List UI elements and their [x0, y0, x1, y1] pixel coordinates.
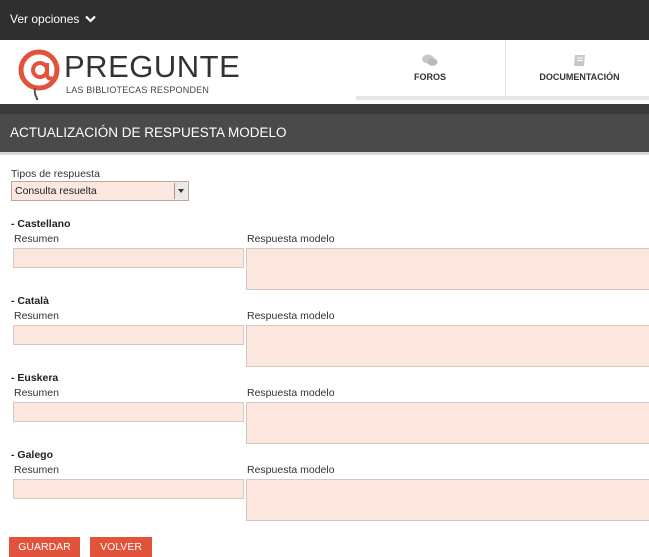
speech-bubbles-icon — [422, 54, 438, 66]
resumen-input-castellano[interactable] — [13, 248, 244, 268]
chevron-down-icon — [85, 15, 97, 23]
nav-foros[interactable]: FOROS — [370, 40, 490, 96]
respuesta-modelo-label: Respuesta modelo — [247, 464, 335, 476]
respuesta-modelo-label: Respuesta modelo — [247, 310, 335, 322]
tipos-respuesta-select[interactable]: Consulta resuelta — [11, 181, 189, 201]
site-header: PREGUNTE LAS BIBLIOTECAS RESPONDEN FOROS… — [0, 40, 649, 104]
nav-underline — [356, 96, 649, 100]
lang-heading-castellano: - Castellano — [11, 218, 71, 230]
resumen-label: Resumen — [14, 464, 59, 476]
respuesta-modelo-label: Respuesta modelo — [247, 387, 335, 399]
top-bar: Ver opciones — [0, 0, 649, 40]
tipos-respuesta-value: Consulta resuelta — [15, 185, 97, 197]
lang-heading-galego: - Galego — [11, 449, 54, 461]
lang-heading-euskera: - Euskera — [11, 372, 59, 384]
resumen-input-euskera[interactable] — [13, 402, 244, 422]
resumen-label: Resumen — [14, 310, 59, 322]
respuesta-modelo-textarea-euskera[interactable] — [246, 402, 649, 444]
site-logo[interactable]: PREGUNTE LAS BIBLIOTECAS RESPONDEN — [17, 48, 257, 104]
nav-documentacion-label: DOCUMENTACIÓN — [539, 72, 620, 82]
respuesta-modelo-textarea-catala[interactable] — [246, 325, 649, 367]
resumen-label: Resumen — [14, 387, 59, 399]
ver-opciones-label: Ver opciones — [10, 12, 80, 26]
at-sign-logo-icon — [18, 49, 60, 100]
nav-documentacion[interactable]: DOCUMENTACIÓN — [510, 40, 649, 96]
resumen-input-galego[interactable] — [13, 479, 244, 499]
nav-divider — [505, 40, 506, 100]
tipos-respuesta-label: Tipos de respuesta — [11, 168, 100, 180]
resumen-label: Resumen — [14, 233, 59, 245]
nav-foros-label: FOROS — [413, 72, 446, 82]
ver-opciones-toggle[interactable]: Ver opciones — [10, 12, 97, 26]
respuesta-modelo-textarea-castellano[interactable] — [246, 248, 649, 290]
select-arrow-icon[interactable] — [174, 183, 187, 199]
respuesta-modelo-textarea-galego[interactable] — [246, 479, 649, 521]
brand-name: PREGUNTE — [64, 49, 241, 84]
header-strip — [0, 104, 649, 114]
book-icon — [573, 55, 585, 66]
title-shadow — [0, 152, 649, 155]
respuesta-modelo-label: Respuesta modelo — [247, 233, 335, 245]
resumen-input-catala[interactable] — [13, 325, 244, 345]
brand-tagline: LAS BIBLIOTECAS RESPONDEN — [66, 85, 210, 95]
page-title: ACTUALIZACIÓN DE RESPUESTA MODELO — [0, 114, 649, 152]
guardar-button[interactable]: GUARDAR — [9, 537, 80, 557]
lang-heading-catala: - Català — [11, 295, 49, 307]
volver-button[interactable]: VOLVER — [90, 537, 152, 557]
